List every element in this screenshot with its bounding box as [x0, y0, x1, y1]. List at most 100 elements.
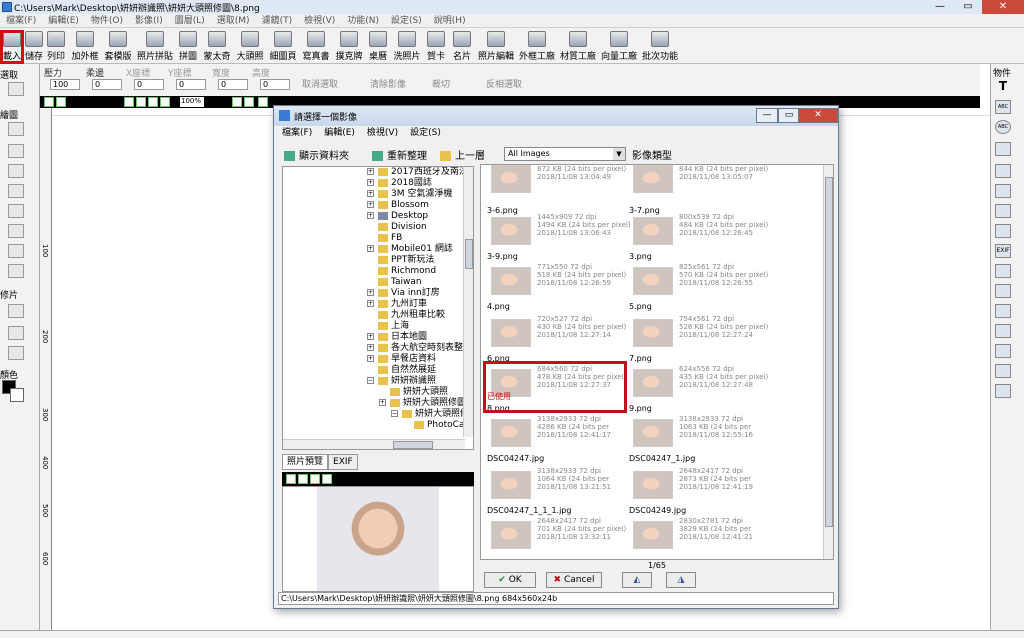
redo-icon[interactable] — [56, 97, 66, 107]
tree-item[interactable]: + 妍妍大頭照修圖 — [379, 398, 466, 409]
thumbnail-item[interactable]: 754x561 72 dpi 526 KB (24 bits per pixel)… — [627, 313, 768, 363]
cake-icon[interactable] — [995, 264, 1011, 278]
invert-select-button[interactable]: 反相選取 — [486, 77, 522, 90]
thumbnail-item[interactable]: 3138x2933 72 dpi 1064 KB (24 bits per 2018… — [485, 465, 625, 515]
collage-button[interactable]: 照片拼貼 — [135, 28, 175, 64]
add-frame-button[interactable]: 加外框 — [69, 28, 101, 64]
undo-icon[interactable] — [44, 97, 54, 107]
y-coord-input[interactable]: 0 — [176, 79, 206, 90]
print-photo-button[interactable]: 洗照片 — [391, 28, 423, 64]
thumbnail-item[interactable]: 800x539 72 dpi 484 KB (24 bits per pixel)… — [627, 211, 768, 261]
menu-function[interactable]: 功能(N) — [341, 14, 385, 27]
menu-view[interactable]: 檢視(V) — [298, 14, 341, 27]
actual-size-icon[interactable] — [160, 97, 170, 107]
business-card-button[interactable]: 名片 — [449, 28, 475, 64]
id-photo-button[interactable]: 大頭照 — [234, 28, 266, 64]
red-eye-icon[interactable] — [8, 304, 24, 318]
thumbnail-item-selected[interactable]: 684x560 72 dpi 478 KB (24 bits per pixel)… — [483, 361, 627, 413]
minimize-button[interactable]: — — [926, 0, 954, 14]
stamp-icon[interactable] — [8, 184, 24, 198]
tree-item[interactable]: FB — [367, 233, 402, 244]
texture-factory-button[interactable]: 材質工廠 — [558, 28, 598, 64]
close-button[interactable]: ✕ — [982, 0, 1024, 14]
pen-icon[interactable] — [8, 164, 24, 178]
tree-item[interactable]: + 各大航空時刻表整理 — [367, 343, 472, 354]
tree-item[interactable]: + 日本地圖 — [367, 332, 427, 343]
zoom-in-icon[interactable] — [124, 97, 134, 107]
eyedropper-icon[interactable] — [8, 244, 24, 258]
thumbnail-grid[interactable]: 872 KB (24 bits per pixel) 2018/11/08 13:… — [480, 164, 834, 560]
folder-tree[interactable]: +2017西班牙及南法 +2018國誌 +3M 空氣濾淨機 + Blossom +… — [282, 166, 474, 450]
grid-vertical-scrollbar[interactable] — [823, 165, 833, 559]
tab-photo-preview[interactable]: 照片預覽 — [282, 454, 329, 470]
calendar-object-icon[interactable] — [995, 284, 1011, 298]
tree-item[interactable]: 自然然展延 — [367, 365, 436, 376]
image-object-icon[interactable] — [995, 142, 1011, 156]
refresh-button[interactable]: 重新整理 — [372, 147, 427, 162]
cancel-select-button[interactable]: 取消選取 — [302, 77, 338, 90]
tree-item[interactable]: +3M 空氣濾淨機 — [367, 189, 452, 200]
puzzle-button[interactable]: 拼圖 — [176, 28, 200, 64]
dialog-maximize-button[interactable]: ▭ — [778, 108, 800, 123]
montage-button[interactable]: 蒙太奇 — [201, 28, 233, 64]
rotate-right-button[interactable]: ◮ — [666, 572, 696, 588]
preview-actual-icon[interactable] — [322, 474, 332, 484]
tree-item[interactable]: − 妍妍大頭照修圖 — [391, 409, 473, 420]
text-tool-icon[interactable]: T — [995, 80, 1011, 94]
tree-item[interactable]: + Desktop — [367, 211, 428, 222]
height-input[interactable]: 0 — [260, 79, 290, 90]
tree-item[interactable]: + Blossom — [367, 200, 429, 211]
tree-item[interactable]: + Via inn訂房 — [367, 288, 440, 299]
greeting-card-button[interactable]: 賀卡 — [424, 28, 448, 64]
file-type-filter[interactable]: All Images ▼ — [504, 147, 626, 161]
thumbnail-item[interactable]: 3138x2933 72 dpi 4286 KB (24 bits per 2018… — [485, 413, 625, 463]
photo-edit-button[interactable]: 照片編輯 — [476, 28, 516, 64]
tree-horizontal-scrollbar[interactable] — [283, 439, 465, 449]
preview-zoom-out-icon[interactable] — [298, 474, 308, 484]
thumbnail-item[interactable]: 624x556 72 dpi 435 KB (24 bits per pixel)… — [627, 363, 768, 413]
calendar-button[interactable]: 桌曆 — [366, 28, 390, 64]
cancel-button[interactable]: ✖ Cancel — [546, 572, 602, 588]
pressure-input[interactable]: 100 — [50, 79, 80, 90]
frame-factory-button[interactable]: 外框工廠 — [517, 28, 557, 64]
ok-button[interactable]: ✔ OK — [484, 572, 536, 588]
thumbnail-item[interactable]: 2648x2417 72 dpi 2873 KB (24 bits per 2018… — [627, 465, 767, 515]
fit-icon[interactable] — [148, 97, 158, 107]
menu-help[interactable]: 說明(H) — [428, 14, 472, 27]
frame-object-icon[interactable] — [995, 164, 1011, 178]
dialog-menu-view[interactable]: 檢視(V) — [367, 126, 398, 141]
hand-icon[interactable] — [244, 97, 254, 107]
dialog-menu-settings[interactable]: 設定(S) — [410, 126, 441, 141]
tab-exif[interactable]: EXIF — [328, 454, 358, 470]
x-coord-input[interactable]: 0 — [134, 79, 164, 90]
maximize-button[interactable]: ▭ — [954, 0, 982, 14]
tree-item[interactable]: − 妍妍辦識照 — [367, 376, 436, 387]
menu-file[interactable]: 檔案(F) — [0, 14, 42, 27]
menu-filter[interactable]: 濾鏡(T) — [256, 14, 299, 27]
photobook-button[interactable]: 寫真書 — [300, 28, 332, 64]
dialog-menu-file[interactable]: 檔案(F) — [282, 126, 312, 141]
template-button[interactable]: 套模版 — [102, 28, 134, 64]
thumbnail-item[interactable]: 825x561 72 dpi 570 KB (24 bits per pixel)… — [627, 261, 768, 311]
tree-item[interactable]: + 旱餐店資料 — [367, 354, 436, 365]
abc-text-icon[interactable]: ABC — [995, 100, 1011, 114]
brush-icon[interactable] — [8, 122, 24, 136]
abc-circle-icon[interactable]: ABC — [995, 120, 1011, 134]
thumbnail-item[interactable]: 720x527 72 dpi 430 KB (24 bits per pixel)… — [485, 313, 626, 363]
clone-icon[interactable] — [8, 346, 24, 360]
thumbnail-item[interactable]: 1445x909 72 dpi 1494 KB (24 bits per pixe… — [485, 211, 631, 261]
rotate-left-button[interactable]: ◭ — [622, 572, 652, 588]
magnifier-icon[interactable] — [995, 204, 1011, 218]
thumbnail-item[interactable]: 771x550 72 dpi 518 KB (24 bits per pixel)… — [485, 261, 626, 311]
fill-bucket-icon[interactable] — [8, 204, 24, 218]
menu-image[interactable]: 影像(I) — [129, 14, 169, 27]
arrows-icon[interactable] — [995, 324, 1011, 338]
poker-button[interactable]: 撲克牌 — [333, 28, 365, 64]
add-icon[interactable] — [258, 97, 268, 107]
save-button[interactable]: 儲存 — [25, 28, 43, 64]
zoom-percent[interactable]: 100% — [180, 97, 204, 107]
retouch-brush-icon[interactable] — [8, 326, 24, 340]
preview-fit-icon[interactable] — [310, 474, 320, 484]
thumbnail-item[interactable]: 3138x2933 72 dpi 1063 KB (24 bits per 2018… — [627, 413, 767, 463]
vector-factory-button[interactable]: 向量工廠 — [599, 28, 639, 64]
